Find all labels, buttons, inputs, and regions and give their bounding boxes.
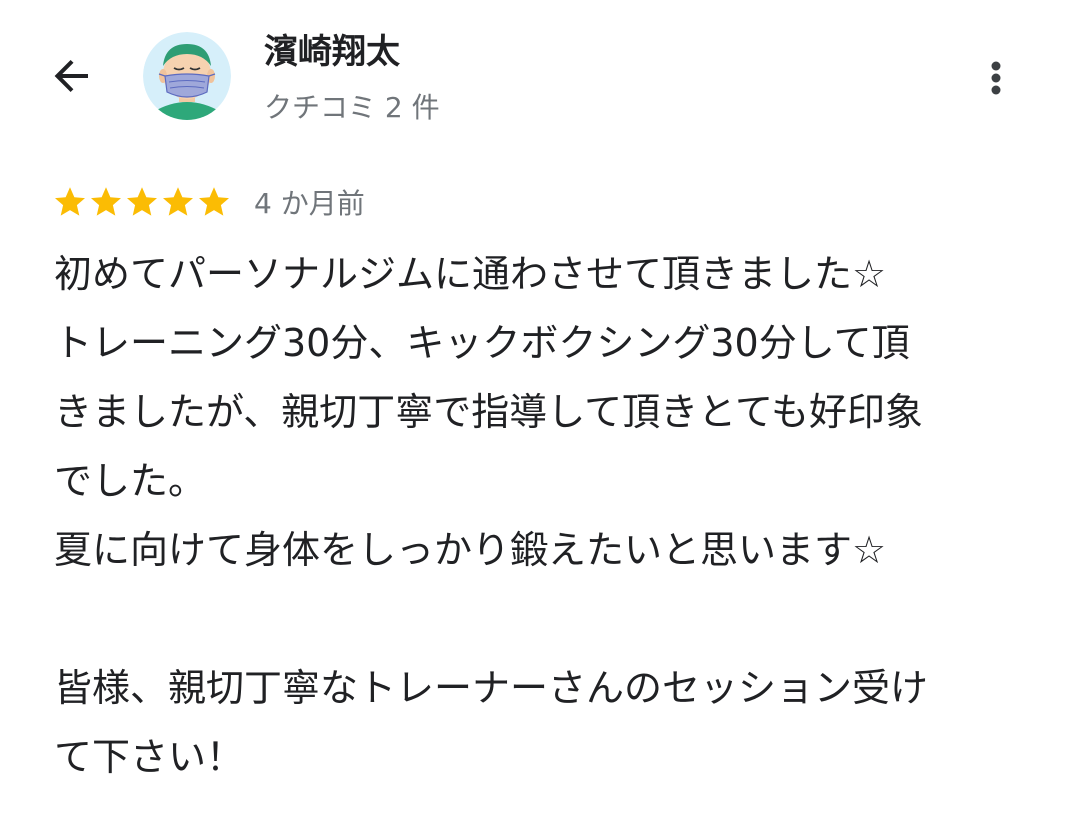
more-vert-icon: [991, 61, 1001, 95]
review-text: 初めてパーソナルジムに通わさせて頂きました☆ トレーニング30分、キックボクシング…: [54, 240, 1034, 792]
avatar[interactable]: [143, 32, 231, 120]
review-text-line: でした。: [54, 459, 207, 503]
arrow-left-icon: [54, 60, 88, 92]
review-text-line: て下さい！: [54, 735, 245, 779]
star-icon: [127, 187, 157, 216]
review-text-line: トレーニング30分、キックボクシング30分して頂: [54, 321, 910, 365]
star-icon: [55, 187, 85, 216]
review-date: 4 か月前: [254, 187, 365, 220]
review-text-line: [54, 585, 1034, 654]
star-rating: [52, 184, 232, 220]
reviewer-name[interactable]: 濱崎翔太: [264, 28, 400, 76]
review-text-line: 初めてパーソナルジムに通わさせて頂きました☆: [54, 252, 887, 296]
review-detail-page: 濱崎翔太 クチコミ 2 件 4 か月前 初めてパーソナルジムに通わさせて頂きまし…: [0, 0, 1080, 815]
star-icon: [163, 187, 193, 216]
review-text-line: 皆様、親切丁寧なトレーナーさんのセッション受け: [54, 666, 929, 710]
star-icon: [91, 187, 121, 216]
more-options-button[interactable]: [966, 46, 1026, 110]
masked-person-avatar: [143, 32, 231, 120]
review-text-line: 夏に向けて身体をしっかり鍛えたいと思います☆: [54, 528, 887, 572]
back-button[interactable]: [40, 44, 104, 108]
rating-row: 4 か月前: [52, 180, 365, 224]
review-count: クチコミ 2 件: [264, 91, 440, 124]
star-icon: [199, 187, 229, 216]
review-text-line: きましたが、親切丁寧で指導して頂きとても好印象: [54, 390, 924, 434]
